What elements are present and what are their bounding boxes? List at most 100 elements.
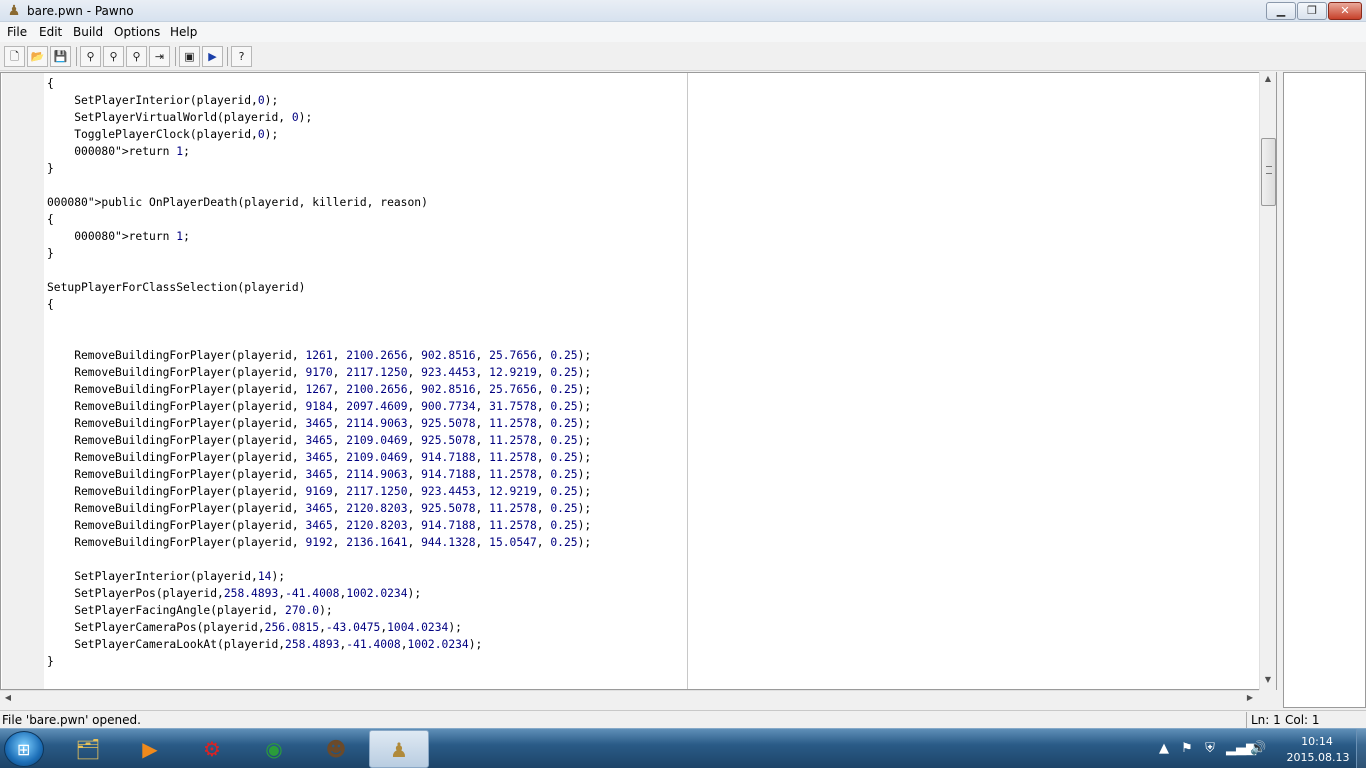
- scroll-left-icon[interactable]: ◀: [2, 693, 14, 705]
- cursor-position: Ln: 1 Col: 1: [1246, 712, 1366, 728]
- taskbar-item[interactable]: ⚙: [183, 730, 243, 768]
- code-text: SetPlayerFacingAngle(playerid, 270.0);: [47, 604, 333, 617]
- maximize-button[interactable]: ❐: [1297, 2, 1327, 20]
- code-text: {: [47, 77, 54, 90]
- code-text: TogglePlayerClock(playerid,0);: [47, 128, 279, 141]
- grip-icon: [1266, 166, 1272, 174]
- taskbar: ⊞ 🗂 ▶ ⚙ ◉ ☻ ♟ ▲ ⚑ ⛨ ▂▄▆ 🔊 10:14 2015.08.13: [0, 728, 1366, 768]
- close-icon: ✕: [1340, 4, 1350, 17]
- taskbar-item[interactable]: ◉: [245, 730, 305, 768]
- open-file-button[interactable]: 📂: [27, 46, 48, 67]
- code-text: RemoveBuildingForPlayer(playerid, 9169, …: [47, 485, 592, 498]
- show-desktop-button[interactable]: [1356, 729, 1366, 768]
- minimize-button[interactable]: ▁: [1266, 2, 1296, 20]
- new-file-button[interactable]: 🗋: [4, 46, 25, 67]
- code-text: RemoveBuildingForPlayer(playerid, 3465, …: [47, 502, 592, 515]
- pawno-icon: ♟: [390, 738, 408, 762]
- status-line: Ln: 1: [1251, 713, 1281, 727]
- taskbar-item[interactable]: ▶: [121, 730, 181, 768]
- find-next-button[interactable]: ⚲: [103, 46, 124, 67]
- menu-options[interactable]: Options: [114, 25, 160, 39]
- scroll-down-icon[interactable]: ▼: [1262, 675, 1274, 687]
- toolbar-separator: [175, 47, 176, 66]
- code-line: 55 SetPlayerPos(playerid,258.4893,-41.40…: [47, 585, 687, 602]
- goto-line-button[interactable]: ⇥: [149, 46, 170, 67]
- code-line: 50 RemoveBuildingForPlayer(playerid, 346…: [47, 500, 687, 517]
- code-text: }: [47, 247, 54, 260]
- pawn-app-icon: ♟: [7, 3, 21, 19]
- menu-build[interactable]: Build: [73, 25, 103, 39]
- code-line: 45 RemoveBuildingForPlayer(playerid, 346…: [47, 415, 687, 432]
- code-line: 41 RemoveBuildingForPlayer(playerid, 126…: [47, 347, 687, 364]
- taskbar-item[interactable]: ☻: [307, 730, 367, 768]
- code-line: 27 SetPlayerVirtualWorld(playerid, 0);: [47, 109, 687, 126]
- scroll-right-icon[interactable]: ▶: [1244, 693, 1256, 705]
- taskbar-item[interactable]: ♟: [369, 730, 429, 768]
- find-next-icon: ⚲: [109, 50, 118, 63]
- vertical-scrollbar[interactable]: ▲ ▼: [1259, 72, 1276, 690]
- code-text: SetPlayerPos(playerid,258.4893,-41.4008,…: [47, 587, 422, 600]
- code-text: RemoveBuildingForPlayer(playerid, 9184, …: [47, 400, 592, 413]
- code-line: 38{: [47, 296, 687, 313]
- file-explorer-icon: 🗂: [75, 737, 101, 761]
- toolbar: 🗋 📂 💾 ⚲ ⚲ ⚲ ⇥ ▣ ▶ ?: [0, 42, 1366, 71]
- menu-edit[interactable]: Edit: [39, 25, 62, 39]
- code-text: RemoveBuildingForPlayer(playerid, 3465, …: [47, 434, 592, 447]
- clock-date[interactable]: 2015.08.13: [1283, 751, 1353, 764]
- function-list-panel[interactable]: [1283, 72, 1366, 708]
- show-hidden-icons-icon[interactable]: ▲: [1156, 741, 1172, 757]
- compile-button[interactable]: ▣: [179, 46, 200, 67]
- menu-file[interactable]: File: [7, 25, 27, 39]
- toolbar-separator: [76, 47, 77, 66]
- menu-bar: File Edit Build Options Help: [0, 22, 1366, 42]
- code-text: RemoveBuildingForPlayer(playerid, 1267, …: [47, 383, 592, 396]
- code-text: {: [47, 298, 54, 311]
- code-text: }: [47, 162, 54, 175]
- status-column: Col: 1: [1285, 713, 1320, 727]
- vertical-scroll-thumb[interactable]: [1261, 138, 1276, 206]
- find-icon: ⚲: [86, 50, 95, 63]
- taskbar-item[interactable]: 🗂: [59, 730, 119, 768]
- scroll-up-icon[interactable]: ▲: [1262, 74, 1274, 86]
- code-text: SetPlayerCameraLookAt(playerid,258.4893,…: [47, 638, 483, 651]
- code-line: 58 SetPlayerCameraLookAt(playerid,258.48…: [47, 636, 687, 653]
- clock-time[interactable]: 10:14: [1292, 735, 1342, 748]
- toolbar-separator: [227, 47, 228, 66]
- code-text-area[interactable]: 25{26 SetPlayerInterior(playerid,0);27 S…: [47, 75, 687, 689]
- status-bar: File 'bare.pwn' opened. Ln: 1 Col: 1: [0, 710, 1366, 728]
- horizontal-scrollbar[interactable]: ◀ ▶: [0, 690, 1259, 707]
- save-icon: 💾: [53, 50, 68, 63]
- volume-icon[interactable]: 🔊: [1250, 741, 1266, 757]
- code-text: RemoveBuildingForPlayer(playerid, 1261, …: [47, 349, 592, 362]
- network-icon[interactable]: ▂▄▆: [1226, 741, 1256, 757]
- code-line: 28 TogglePlayerClock(playerid,0);: [47, 126, 687, 143]
- chrome-icon: ◉: [265, 737, 283, 761]
- security-icon[interactable]: ⛨: [1202, 741, 1218, 757]
- code-line: 46 RemoveBuildingForPlayer(playerid, 346…: [47, 432, 687, 449]
- code-text: 000080">return 1;: [74, 145, 190, 158]
- save-button[interactable]: 💾: [50, 46, 71, 67]
- start-button[interactable]: ⊞: [4, 731, 44, 767]
- help-button[interactable]: ?: [231, 46, 252, 67]
- code-line: 42 RemoveBuildingForPlayer(playerid, 917…: [47, 364, 687, 381]
- code-line: 25{: [47, 75, 687, 92]
- replace-button[interactable]: ⚲: [126, 46, 147, 67]
- menu-help[interactable]: Help: [170, 25, 197, 39]
- code-text: RemoveBuildingForPlayer(playerid, 9170, …: [47, 366, 592, 379]
- code-line: 39: [47, 313, 687, 330]
- code-line: 48 RemoveBuildingForPlayer(playerid, 346…: [47, 466, 687, 483]
- code-line: 34 000080">return 1;: [47, 228, 687, 245]
- title-bar[interactable]: ♟ bare.pwn - Pawno ▁ ❐ ✕: [0, 0, 1366, 22]
- code-line: 44 RemoveBuildingForPlayer(playerid, 918…: [47, 398, 687, 415]
- code-line: 49 RemoveBuildingForPlayer(playerid, 916…: [47, 483, 687, 500]
- find-button[interactable]: ⚲: [80, 46, 101, 67]
- minimize-icon: ▁: [1276, 4, 1286, 17]
- run-button[interactable]: ▶: [202, 46, 223, 67]
- code-line: 33{: [47, 211, 687, 228]
- close-button[interactable]: ✕: [1328, 2, 1362, 20]
- code-editor[interactable]: 25{26 SetPlayerInterior(playerid,0);27 S…: [0, 72, 1277, 690]
- action-center-flag-icon[interactable]: ⚑: [1179, 741, 1195, 757]
- compile-icon: ▣: [184, 50, 195, 63]
- code-line: 36: [47, 262, 687, 279]
- status-message: File 'bare.pwn' opened.: [2, 713, 141, 727]
